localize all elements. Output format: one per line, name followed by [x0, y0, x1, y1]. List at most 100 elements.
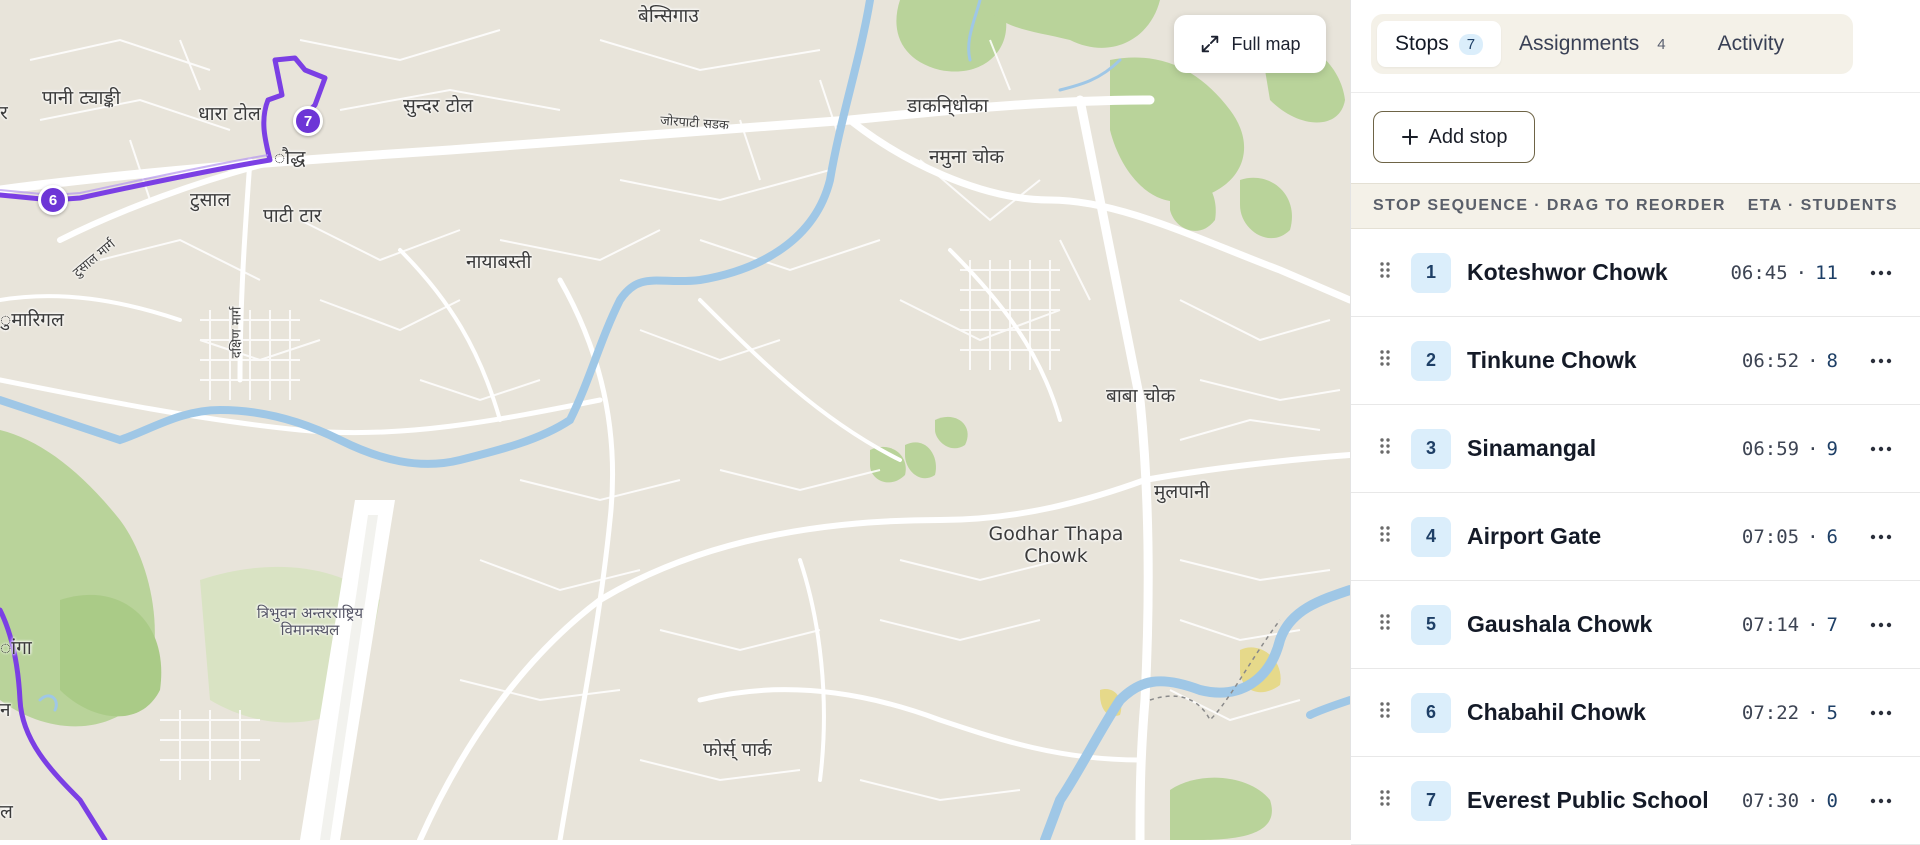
expand-icon: [1202, 35, 1219, 53]
stop-row-7[interactable]: 7 Everest Public School 07:30 · 0: [1351, 757, 1920, 845]
stop-students: 11: [1815, 261, 1838, 284]
eta-separator: ·: [1807, 525, 1819, 548]
stop-students: 5: [1826, 701, 1838, 724]
drag-handle-icon[interactable]: [1379, 525, 1391, 548]
map-label: बेन्सिगाउ: [638, 5, 699, 27]
route-marker-label: 7: [303, 112, 313, 130]
map-label: ौद्ध: [274, 147, 306, 169]
route-marker-label: 6: [48, 191, 58, 209]
more-options-icon[interactable]: [1866, 358, 1896, 364]
more-options-icon[interactable]: [1866, 798, 1896, 804]
drag-handle-icon[interactable]: [1379, 261, 1391, 284]
map-label: र: [0, 102, 8, 124]
map-label: टुसाल: [190, 189, 231, 211]
stop-number-badge: 4: [1411, 516, 1451, 557]
tab-assignments[interactable]: Assignments 4: [1501, 21, 1692, 67]
stop-row-4[interactable]: 4 Airport Gate 07:05 · 6: [1351, 493, 1920, 581]
stop-eta-students: 06:52 · 8: [1742, 350, 1838, 372]
stop-name: Gaushala Chowk: [1467, 611, 1653, 637]
stop-number-badge: 1: [1411, 252, 1451, 293]
more-options-icon[interactable]: [1866, 534, 1896, 540]
map-label: ल: [0, 801, 13, 823]
route-marker-6[interactable]: 6: [38, 185, 68, 215]
more-options-icon[interactable]: [1866, 270, 1896, 276]
tab-bar-container: Stops 7 Assignments 4 Activity: [1351, 0, 1920, 93]
more-options-icon[interactable]: [1866, 710, 1896, 716]
stop-eta: 07:30: [1741, 789, 1800, 812]
stop-number-badge: 7: [1411, 780, 1451, 821]
map-label-line: Chowk: [1024, 544, 1088, 567]
eta-separator: ·: [1807, 349, 1819, 372]
full-map-label: Full map: [1231, 33, 1301, 54]
stop-number-badge: 2: [1411, 340, 1451, 381]
map-label-godhar-thapa: Godhar Thapa Chowk: [986, 523, 1126, 568]
drag-handle-icon[interactable]: [1379, 437, 1391, 460]
stop-eta: 06:59: [1741, 437, 1800, 460]
stop-eta: 07:22: [1741, 701, 1800, 724]
map-label: पाटी टार: [263, 205, 322, 227]
add-stop-label: Add stop: [1428, 125, 1508, 148]
stop-eta: 07:05: [1741, 525, 1800, 548]
more-options-icon[interactable]: [1866, 622, 1896, 628]
add-stop-button[interactable]: Add stop: [1373, 111, 1535, 163]
stop-students: 6: [1826, 525, 1838, 548]
stop-name: Koteshwor Chowk: [1467, 259, 1668, 285]
stop-name: Chabahil Chowk: [1467, 699, 1646, 725]
map-view[interactable]: 6 7 र पानी ट्याङ्की धारा टोल ौद्ध टुसाल …: [0, 0, 1350, 840]
stop-row-2[interactable]: 2 Tinkune Chowk 06:52 · 8: [1351, 317, 1920, 405]
map-label: बाबा चोक: [1106, 385, 1176, 407]
drag-handle-icon[interactable]: [1379, 613, 1391, 636]
eta-separator: ·: [1807, 613, 1819, 636]
full-map-button[interactable]: Full map: [1174, 15, 1326, 73]
plus-icon: [1401, 129, 1418, 145]
more-options-icon[interactable]: [1866, 446, 1896, 452]
drag-handle-icon[interactable]: [1379, 349, 1391, 372]
stop-name: Everest Public School: [1467, 787, 1709, 813]
stop-eta: 07:14: [1741, 613, 1800, 636]
tab-label: Assignments: [1519, 32, 1640, 55]
stop-sequence-header: STOP SEQUENCE · DRAG TO REORDER ETA · ST…: [1351, 183, 1920, 229]
tab-count-badge: 4: [1657, 35, 1666, 53]
route-marker-7[interactable]: 7: [293, 106, 323, 136]
stop-row-5[interactable]: 5 Gaushala Chowk 07:14 · 7: [1351, 581, 1920, 669]
map-label-airport: त्रिभुवन अन्तरराष्ट्रिय विमानस्थल: [230, 604, 390, 640]
map-label: पानी ट्याङ्की: [42, 87, 121, 109]
stop-row-3[interactable]: 3 Sinamangal 06:59 · 9: [1351, 405, 1920, 493]
map-label: डाकनि्धोका: [907, 95, 989, 117]
stop-number-badge: 5: [1411, 604, 1451, 645]
sequence-header-right: ETA · STUDENTS: [1747, 197, 1898, 214]
tab-stops[interactable]: Stops 7: [1377, 21, 1502, 67]
stop-eta-students: 07:14 · 7: [1742, 614, 1838, 636]
map-label-line: त्रिभुवन अन्तरराष्ट्रिय: [256, 604, 364, 622]
tab-bar: Stops 7 Assignments 4 Activity: [1371, 14, 1853, 74]
drag-handle-icon[interactable]: [1379, 701, 1391, 724]
route-panel: Stops 7 Assignments 4 Activity Add stop …: [1350, 0, 1920, 845]
stop-students: 8: [1826, 349, 1838, 372]
map-label: मुलपानी: [1154, 481, 1210, 503]
map-label: न: [0, 699, 11, 721]
drag-handle-icon[interactable]: [1379, 789, 1391, 812]
map-label: नमुना चोक: [929, 146, 1004, 168]
map-label-line: Godhar Thapa: [988, 523, 1124, 545]
tab-label: Activity: [1717, 32, 1785, 55]
stop-row-6[interactable]: 6 Chabahil Chowk 07:22 · 5: [1351, 669, 1920, 757]
map-label: सुन्दर टोल: [403, 95, 473, 117]
stop-row-1[interactable]: 1 Koteshwor Chowk 06:45 · 11: [1351, 229, 1920, 317]
stop-eta: 06:52: [1741, 349, 1800, 372]
eta-separator: ·: [1807, 789, 1819, 812]
map-label: धारा टोल: [198, 103, 261, 125]
stop-students: 9: [1826, 437, 1838, 460]
eta-separator: ·: [1795, 261, 1808, 284]
stop-name: Tinkune Chowk: [1467, 347, 1637, 373]
map-label: ांगा: [0, 637, 32, 659]
stop-eta-students: 07:05 · 6: [1742, 526, 1838, 548]
map-label: फोर्स् पार्क: [703, 739, 772, 761]
stop-list: 1 Koteshwor Chowk 06:45 · 11 2 Tinkune Cho…: [1351, 229, 1920, 845]
stop-eta-students: 07:30 · 0: [1742, 790, 1838, 812]
stop-eta-students: 06:59 · 9: [1742, 438, 1838, 460]
map-label: नायाबस्ती: [466, 251, 532, 273]
eta-separator: ·: [1807, 437, 1819, 460]
sequence-header-left: STOP SEQUENCE · DRAG TO REORDER: [1373, 197, 1726, 214]
map-label: ुमारिगल: [0, 309, 64, 331]
tab-activity[interactable]: Activity: [1700, 21, 1803, 67]
